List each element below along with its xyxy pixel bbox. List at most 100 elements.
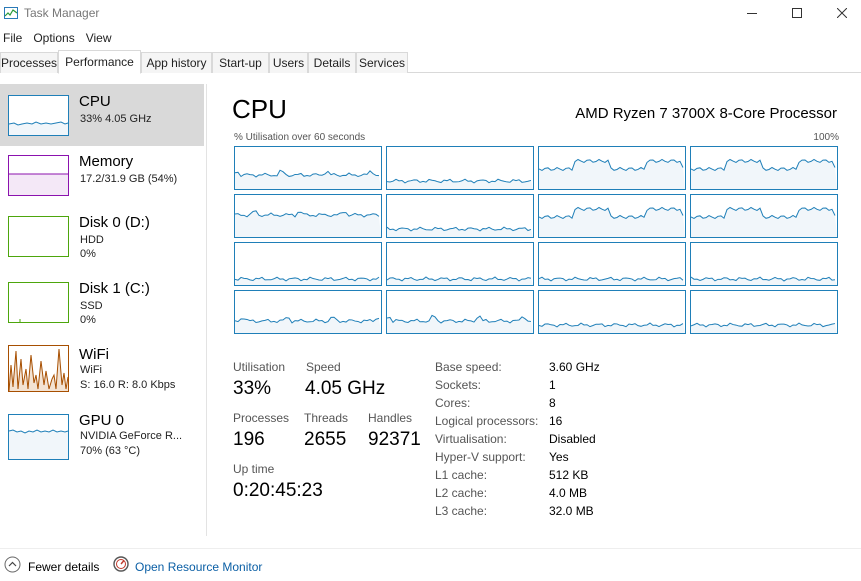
sidebar-item-cpu[interactable]: CPU 33% 4.05 GHz (0, 84, 204, 146)
sidebar: CPU 33% 4.05 GHz Memory 17.2/31.9 GB (54… (0, 84, 205, 534)
menu-file[interactable]: File (0, 29, 27, 47)
logical-processor-graph-plot (691, 322, 837, 333)
processes-label: Processes (233, 411, 290, 425)
tab-processes[interactable]: Processes (0, 52, 58, 73)
memory-thumbnail-graph (8, 155, 69, 196)
logical-processor-graph (386, 146, 534, 190)
detail-label: Sockets: (435, 378, 482, 392)
detail-value: Yes (549, 450, 569, 464)
utilisation-area (539, 159, 685, 189)
menu-view[interactable]: View (83, 29, 117, 47)
detail-label: Logical processors: (435, 414, 539, 428)
detail-value: 3.60 GHz (549, 360, 600, 374)
tab-services[interactable]: Services (356, 52, 408, 73)
sidebar-divider (206, 84, 207, 536)
handles-value: 92371 (368, 429, 421, 450)
sidebar-item-disk-1[interactable]: Disk 1 (C:) SSD 0% (0, 277, 204, 339)
processes-value: 196 (233, 429, 265, 450)
resource-monitor-label: Open Resource Monitor (135, 559, 263, 574)
utilisation-area (235, 317, 381, 333)
maximize-button[interactable] (775, 0, 819, 26)
sidebar-item-label: WiFi (79, 346, 109, 363)
sidebar-item-detail: 17.2/31.9 GB (54%) (80, 173, 178, 185)
threads-value: 2655 (304, 429, 347, 450)
detail-value: 4.0 MB (549, 486, 588, 500)
logical-processor-graph-plot (691, 158, 837, 189)
resource-monitor-icon (113, 556, 129, 577)
logical-processor-graph (690, 146, 838, 190)
minimize-button[interactable] (730, 0, 774, 26)
wifi-thumbnail-graph (8, 345, 69, 392)
logical-processor-graph-plot (539, 322, 685, 333)
uptime-value: 0:20:45:23 (233, 480, 323, 501)
detail-value: 1 (549, 378, 556, 392)
detail-value: Disabled (549, 432, 596, 446)
logical-processor-graph (538, 194, 686, 238)
close-button[interactable] (820, 0, 861, 26)
utilisation-area (387, 227, 533, 237)
logical-processor-graph-plot (235, 316, 381, 333)
logical-processor-graph-plot (539, 206, 685, 237)
logical-processor-graph-plot (387, 276, 533, 285)
sidebar-item-label: CPU (79, 93, 111, 110)
tab-start-up[interactable]: Start-up (212, 52, 269, 73)
sidebar-item-gpu-0[interactable]: GPU 0 NVIDIA GeForce R... 70% (63 °C) (0, 409, 204, 471)
logical-processor-graph (538, 242, 686, 286)
logical-processor-graph-plot (387, 226, 533, 237)
logical-processor-graph (538, 290, 686, 334)
sidebar-item-detail: 33% 4.05 GHz (80, 113, 152, 125)
sidebar-item-disk-0[interactable]: Disk 0 (D:) HDD 0% (0, 211, 204, 273)
graph-max-label: 100% (813, 132, 839, 143)
sidebar-item-temperature: 70% (63 °C) (80, 445, 141, 457)
menu-bar: File Options View (0, 29, 120, 47)
logical-processor-graph-plot (691, 276, 837, 285)
logical-processor-graph (386, 290, 534, 334)
logical-processor-graph (690, 242, 838, 286)
utilisation-area (691, 277, 837, 285)
detail-label: Hyper-V support: (435, 450, 526, 464)
tab-app-history[interactable]: App history (141, 52, 212, 73)
detail-label: L2 cache: (435, 486, 488, 500)
logical-processor-graph-plot (235, 210, 381, 237)
utilisation-area (539, 207, 685, 237)
detail-value: 16 (549, 414, 563, 428)
sidebar-item-wifi[interactable]: WiFi WiFi S: 16.0 R: 8.0 Kbps (0, 343, 204, 405)
detail-label: L3 cache: (435, 504, 488, 518)
gpu-thumbnail-graph (8, 414, 69, 460)
sidebar-item-detail: NVIDIA GeForce R... (80, 430, 183, 442)
chevron-up-icon (4, 556, 21, 578)
page-title: CPU (232, 94, 287, 124)
logical-processor-graph (386, 194, 534, 238)
sidebar-item-detail: HDD (80, 234, 104, 246)
fewer-details-button[interactable]: Fewer details (4, 556, 99, 578)
sidebar-item-label: Disk 1 (C:) (79, 280, 150, 297)
speed-value: 4.05 GHz (305, 378, 386, 399)
tab-bar: Processes Performance App history Start-… (0, 50, 861, 74)
utilisation-area (387, 315, 533, 333)
task-manager-icon (4, 6, 18, 19)
menu-options[interactable]: Options (30, 29, 79, 47)
logical-processor-graph-plot (235, 169, 381, 189)
utilisation-label: Utilisation (233, 360, 286, 374)
tab-performance[interactable]: Performance (58, 50, 141, 74)
logical-processor-graph (234, 194, 382, 238)
utilisation-area (235, 170, 381, 189)
sidebar-item-memory[interactable]: Memory 17.2/31.9 GB (54%) (0, 150, 204, 212)
logical-processor-graph-plot (539, 158, 685, 189)
sidebar-item-throughput: S: 16.0 R: 8.0 Kbps (80, 379, 176, 391)
detail-label: Cores: (435, 396, 471, 410)
utilisation-area (691, 159, 837, 189)
detail-value: 512 KB (549, 468, 589, 482)
logical-processor-graph (234, 242, 382, 286)
detail-value: 32.0 MB (549, 504, 594, 518)
open-resource-monitor-link[interactable]: Open Resource Monitor (113, 556, 262, 577)
logical-processor-graphs[interactable] (234, 146, 839, 335)
logical-processor-graph (386, 242, 534, 286)
logical-processor-graph (234, 146, 382, 190)
tab-users[interactable]: Users (269, 52, 308, 73)
logical-processor-graph-plot (539, 276, 685, 285)
footer-divider (0, 548, 861, 549)
sidebar-item-detail: WiFi (80, 364, 102, 376)
detail-label: Virtualisation: (435, 432, 507, 446)
tab-details[interactable]: Details (308, 52, 356, 73)
